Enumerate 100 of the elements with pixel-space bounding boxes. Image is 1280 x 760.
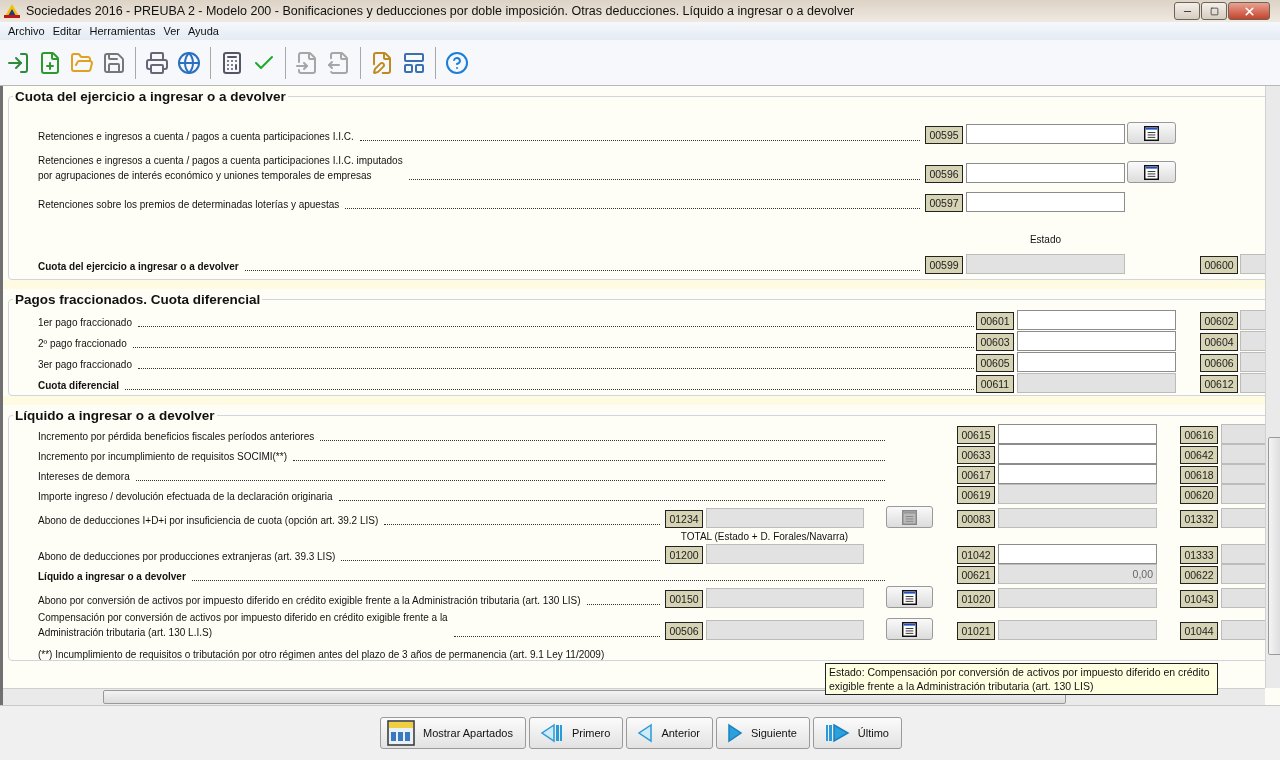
form-icon	[1144, 125, 1159, 141]
box-number: 00605	[976, 354, 1014, 372]
form-button[interactable]	[1127, 122, 1176, 144]
form-icon	[902, 509, 917, 525]
menu-item[interactable]: Ayuda	[184, 25, 223, 37]
amount-field[interactable]	[998, 544, 1157, 564]
nav-button[interactable]: Último	[812, 717, 902, 749]
field-label: Cuota diferencial	[38, 379, 120, 393]
box-number: 01332	[1180, 510, 1218, 528]
menu-item[interactable]: Editar	[48, 25, 86, 37]
amount-field[interactable]	[1017, 352, 1176, 372]
nav-button[interactable]: Anterior	[626, 717, 713, 749]
field-label: 3er pago fraccionado	[38, 358, 132, 372]
box-number: 00595	[925, 126, 963, 144]
box-number: 01234	[665, 510, 703, 528]
box-number: 01042	[957, 546, 995, 564]
field-label: Incremento por pérdida beneficios fiscales períodos anteriores	[38, 430, 315, 444]
form-icon	[1144, 164, 1159, 180]
menu-item[interactable]: Herramientas	[85, 25, 160, 37]
field-label: Retenciones e ingresos a cuenta / pagos a cuenta participaciones I.I.C. imputados por agrupaciones de interés económico y uniones temporales de empresas	[38, 154, 403, 183]
box-number: 00604	[1200, 333, 1238, 351]
help-icon	[445, 50, 469, 75]
section-title: Cuota del ejercicio a ingresar o a devolver	[14, 89, 287, 104]
save-icon	[102, 50, 126, 75]
window-title: Sociedades 2016 - PREUBA 2 - Modelo 200 - Bonificaciones y deducciones por doble imposición. Otras deducciones. Líquido a ingresar o a devolver	[26, 4, 856, 18]
box-number: 00615	[957, 426, 995, 444]
app-logo-icon	[4, 4, 20, 18]
form-icon	[902, 589, 917, 605]
document-import-icon	[295, 50, 319, 75]
field-label: Líquido a ingresar o a devolver	[38, 570, 186, 584]
form-button[interactable]	[1127, 161, 1176, 183]
box-number: 01020	[957, 590, 995, 608]
restore-button[interactable]	[1201, 2, 1227, 20]
footnote: (**) Incumplimiento de requisitos o tributación por otro régimen antes del plazo de 3 años de permanencia (art. 9.1 Ley 11/2009)	[38, 649, 606, 660]
box-number: 00622	[1180, 566, 1218, 584]
box-number: 00603	[976, 333, 1014, 351]
previous-icon	[637, 723, 654, 743]
box-number: 00150	[665, 590, 703, 608]
field-label: Abono de deducciones I+D+i por insuficiencia de cuota (opción art. 39.2 LIS)	[38, 514, 379, 528]
close-icon	[1242, 4, 1256, 18]
amount-field[interactable]	[966, 192, 1125, 212]
box-number: 00620	[1180, 486, 1218, 504]
next-icon	[726, 723, 743, 743]
close-button[interactable]	[1228, 2, 1270, 20]
box-number: 00601	[976, 312, 1014, 330]
menu-item[interactable]: Ver	[159, 25, 184, 37]
edit-document-icon	[370, 50, 394, 75]
section-title: Líquido a ingresar o a devolver	[14, 408, 216, 423]
document-export-icon	[327, 50, 351, 75]
vertical-scrollbar[interactable]	[1265, 86, 1280, 688]
form-icon	[902, 621, 917, 637]
field-label: 2º pago fraccionado	[38, 337, 127, 351]
exit-icon	[6, 50, 30, 75]
field-label: Incremento por incumplimiento de requisitos SOCIMI(**)	[38, 450, 287, 464]
field-label: Retenciones e ingresos a cuenta / pagos a cuenta participaciones I.I.C.	[38, 130, 354, 144]
field-label: Retenciones sobre los premios de determinadas loterías y apuestas	[38, 198, 340, 212]
amount-field[interactable]	[966, 124, 1125, 144]
box-number: 00600	[1200, 256, 1238, 274]
calculator-icon	[220, 50, 244, 75]
box-number: 01044	[1180, 622, 1218, 640]
print-icon	[145, 50, 169, 75]
panel-icon	[402, 50, 426, 75]
box-number: 01021	[957, 622, 995, 640]
open-folder-icon	[70, 50, 94, 75]
box-number: 00596	[925, 165, 963, 183]
column-caption: Estado	[1028, 234, 1063, 245]
field-label: Cuota del ejercicio a ingresar o a devolver	[38, 260, 239, 274]
panel-icon	[387, 720, 415, 746]
amount-field[interactable]	[998, 444, 1157, 464]
nav-button[interactable]: Primero	[528, 717, 624, 749]
last-icon	[823, 723, 850, 743]
amount-field[interactable]	[998, 424, 1157, 444]
minimize-button[interactable]	[1174, 2, 1200, 20]
field-label: Compensación por conversión de activos por impuesto diferido en crédito exigible frente a la Administración tributaria (art. 130 L.I.S)	[38, 611, 448, 640]
box-number: 01200	[665, 546, 703, 564]
nav-button[interactable]: Mostrar Apartados	[380, 717, 526, 749]
globe-icon	[177, 50, 201, 75]
column-caption: TOTAL (Estado + D. Forales/Navarra)	[679, 531, 850, 542]
box-number: 01333	[1180, 546, 1218, 564]
menu-item[interactable]: Archivo	[4, 25, 49, 37]
box-number: 00599	[925, 256, 963, 274]
box-number: 00597	[925, 194, 963, 212]
box-number: 00642	[1180, 446, 1218, 464]
box-number: 00633	[957, 446, 995, 464]
restore-icon	[1209, 6, 1219, 16]
first-icon	[539, 723, 564, 743]
amount-field[interactable]	[1017, 331, 1176, 351]
amount-field[interactable]	[1017, 310, 1176, 330]
amount-field[interactable]	[966, 163, 1125, 183]
box-number: 00606	[1200, 354, 1238, 372]
box-number: 00619	[957, 486, 995, 504]
nav-button[interactable]: Siguiente	[715, 717, 810, 749]
box-number: 01043	[1180, 590, 1218, 608]
field-label: 1er pago fraccionado	[38, 316, 132, 330]
box-number: 00506	[665, 622, 703, 640]
box-number: 00612	[1200, 375, 1238, 393]
box-number: 00621	[957, 566, 995, 584]
field-label: Intereses de demora	[38, 470, 130, 484]
field-label: Importe ingreso / devolución efectuada de la declaración originaria	[38, 490, 333, 504]
amount-field[interactable]	[998, 464, 1157, 484]
